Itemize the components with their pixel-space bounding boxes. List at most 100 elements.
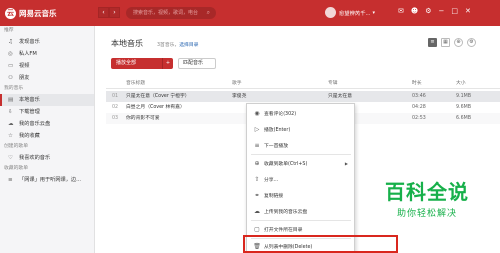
row-size: 6.6MB	[456, 116, 472, 121]
sidebar-section-created-playlists: 创建的歌单	[4, 144, 28, 149]
menu-item-label: 上传到我的音乐云盘	[264, 209, 308, 215]
table-header: 音乐标题 歌手 专辑 时长 大小	[106, 78, 500, 89]
sidebar-item-discover[interactable]: ♫ 发现音乐	[0, 36, 94, 48]
music-note-icon: ♫	[8, 39, 13, 45]
menu-item-add-to-playlist[interactable]: ⊕ 收藏到歌单(Ctrl+S) ▶	[247, 156, 354, 170]
play-next-icon: ≡	[254, 141, 260, 149]
song-count: 3首音乐，选择目录	[157, 41, 198, 48]
search-icon[interactable]: ⌕	[207, 7, 210, 19]
radio-icon: ◎	[8, 51, 13, 57]
table-row[interactable]: 01 只是太在意（Cover 宁桓宇） 李俊尧 只是太在意 03:46 9.1M…	[106, 91, 500, 102]
row-size: 9.6MB	[456, 105, 472, 110]
sidebar-item-label: 本地音乐	[19, 97, 40, 103]
context-menu: ◉ 查看评论(302) ▷ 播放(Enter) ≡ 下一首播放 ⊕ 收藏到歌单(Ctrl…	[246, 103, 355, 253]
row-album[interactable]: 只是太在意	[328, 91, 408, 102]
settings-icon[interactable]: ⚙	[467, 38, 476, 47]
sidebar-item-friends[interactable]: ⚇ 朋友	[0, 72, 94, 84]
sidebar-item-label: 发现音乐	[19, 39, 40, 45]
comment-icon: ◉	[254, 109, 260, 117]
play-all-button[interactable]: 播放全部 +	[111, 58, 173, 69]
sidebar-item-video[interactable]: ▭ 视频	[0, 60, 94, 72]
play-icon: ▷	[254, 125, 260, 133]
col-size[interactable]: 大小	[456, 78, 496, 89]
menu-item-label: 打开文件所在目录	[264, 227, 303, 233]
col-album[interactable]: 专辑	[328, 78, 408, 89]
sidebar-item-label: 私人FM	[19, 51, 37, 57]
sidebar-item-favorites[interactable]: ☆ 我的收藏	[0, 130, 94, 142]
search-placeholder: 搜索音乐，视频，歌词，电台	[133, 10, 199, 16]
search-input[interactable]: 搜索音乐，视频，歌词，电台 ⌕	[126, 7, 216, 19]
add-to-queue-icon[interactable]: +	[162, 58, 173, 69]
sidebar-item-downloads[interactable]: ⇩ 下载管理	[0, 106, 94, 118]
row-duration: 03:46	[412, 94, 426, 99]
menu-item-view-comments[interactable]: ◉ 查看评论(302)	[247, 106, 354, 120]
row-artist[interactable]: 李俊尧	[232, 91, 322, 102]
sidebar-item-local-music[interactable]: ▤ 本地音乐	[0, 94, 94, 106]
menu-item-label: 复制链接	[264, 193, 284, 199]
close-icon[interactable]: ✕	[465, 7, 471, 15]
grid-view-icon[interactable]: ▦	[441, 38, 450, 47]
gear-icon[interactable]: ⚙	[425, 7, 431, 15]
avatar[interactable]	[325, 7, 336, 18]
col-title[interactable]: 音乐标题	[126, 78, 226, 89]
list-view-icon[interactable]: ≡	[428, 38, 437, 47]
mail-icon[interactable]: ✉	[398, 7, 404, 15]
play-all-label: 播放全部	[116, 60, 137, 66]
sidebar-item-label: 下载管理	[19, 109, 40, 115]
cloud-upload-icon: ☁	[254, 207, 260, 215]
local-music-icon: ▤	[8, 97, 14, 103]
menu-item-share[interactable]: ⇧ 分享...	[247, 172, 354, 186]
search-local-icon[interactable]: ⊕	[454, 38, 463, 47]
share-icon: ⇧	[254, 175, 260, 183]
menu-item-upload-cloud[interactable]: ☁ 上传到我的音乐云盘	[247, 204, 354, 218]
choose-directory-link[interactable]: 选择目录	[179, 43, 198, 48]
menu-item-play-next[interactable]: ≡ 下一首播放	[247, 138, 354, 152]
menu-item-play[interactable]: ▷ 播放(Enter)	[247, 122, 354, 136]
sidebar-item-label: 我的音乐云盘	[19, 121, 51, 127]
minimize-icon[interactable]: −	[438, 7, 444, 15]
match-music-button[interactable]: 匹配音乐	[178, 58, 216, 69]
maximize-icon[interactable]: □	[451, 7, 458, 15]
row-size: 9.1MB	[456, 94, 472, 99]
row-duration: 02:53	[412, 116, 426, 121]
sidebar-section-my-music: 我的音乐	[4, 86, 24, 91]
shirt-icon[interactable]: ☻	[411, 7, 418, 15]
highlight-box	[243, 235, 398, 253]
download-icon: ⇩	[8, 109, 13, 115]
menu-separator	[251, 220, 351, 221]
menu-item-copy-link[interactable]: ⚭ 复制链接	[247, 188, 354, 202]
sidebar-item-playlist[interactable]: ≡ 「网课」用于听网课，边...	[0, 174, 94, 186]
sidebar-item-fm[interactable]: ◎ 私人FM	[0, 48, 94, 60]
title-bar: 云 网易云音乐 ‹ › 搜索音乐，视频，歌词，电台 ⌕ 愈望辨芮千... ▾ ✉…	[0, 0, 500, 26]
menu-item-label: 分享...	[264, 177, 279, 183]
col-artist[interactable]: 歌手	[232, 78, 322, 89]
watermark: 百科全说 助你轻松解决	[368, 176, 486, 219]
row-number: 01	[112, 94, 119, 99]
watermark-title: 百科全说	[385, 180, 469, 204]
folder-icon: ▢	[254, 225, 260, 233]
link-icon: ⚭	[254, 191, 260, 199]
username[interactable]: 愈望辨芮千...	[339, 9, 371, 17]
sidebar-item-label: 「网课」用于听网课，边...	[19, 177, 82, 183]
sidebar-section-collected-playlists: 收藏的歌单	[4, 166, 28, 171]
app-logo[interactable]: 云 网易云音乐	[5, 7, 57, 19]
chevron-down-icon[interactable]: ▾	[373, 10, 376, 16]
menu-item-open-folder[interactable]: ▢ 打开文件所在目录	[247, 222, 354, 236]
sidebar-item-label: 朋友	[19, 75, 30, 81]
sidebar-item-cloud[interactable]: ☁ 我的音乐云盘	[0, 118, 94, 130]
menu-item-label: 下一首播放	[264, 143, 288, 149]
back-button[interactable]: ‹	[98, 7, 109, 18]
col-duration[interactable]: 时长	[412, 78, 452, 89]
row-title: 白昼之月（Cover 林宥嘉）	[126, 105, 185, 110]
row-title: 只是太在意（Cover 宁桓宇）	[126, 94, 190, 99]
user-menu[interactable]: 愈望辨芮千... ▾	[325, 7, 375, 18]
watermark-subtitle: 助你轻松解决	[396, 209, 457, 219]
netease-logo-icon: 云	[5, 7, 16, 19]
menu-item-label: 查看评论(302)	[264, 111, 297, 117]
menu-separator	[251, 154, 351, 155]
forward-button[interactable]: ›	[109, 7, 120, 18]
sidebar-section-recommend: 推荐	[4, 28, 14, 33]
sidebar-item-liked-music[interactable]: ♡ 我喜欢的音乐	[0, 152, 94, 164]
menu-item-label: 收藏到歌单(Ctrl+S)	[264, 161, 308, 167]
add-playlist-icon: ⊕	[254, 159, 260, 167]
